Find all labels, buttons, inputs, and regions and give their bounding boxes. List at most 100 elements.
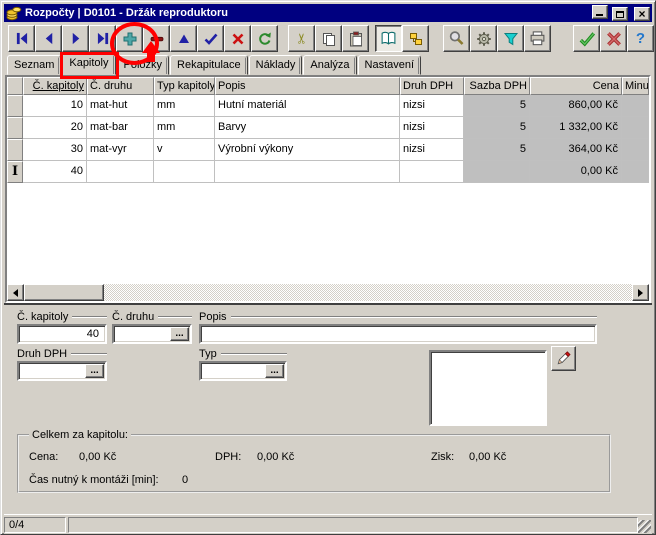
scroll-right-button[interactable] (632, 284, 649, 301)
grid-row-40[interactable]: I40 0,00 Kč (7, 161, 649, 183)
maximize-button[interactable] (612, 7, 628, 21)
tab-naklady[interactable]: Náklady (249, 55, 303, 75)
close-window-button[interactable]: × (634, 7, 650, 21)
grid-cell-popis[interactable]: Hutní materiál (215, 95, 400, 117)
scrollbar-thumb[interactable] (24, 284, 104, 301)
grid-cell-cena[interactable]: 860,00 Kč (530, 95, 622, 117)
row-indicator[interactable] (7, 139, 23, 161)
search-button[interactable] (443, 25, 470, 52)
column-header-druh_dph[interactable]: Druh DPH (400, 77, 464, 95)
grid-row-10[interactable]: 10mat-hutmmHutní materiálnizsi5860,00 Kč (7, 95, 649, 117)
grid-cell-sazba_dph[interactable]: 5 (464, 139, 530, 161)
grid-cell-popis[interactable]: Výrobní výkony (215, 139, 400, 161)
last-record-button[interactable] (89, 25, 116, 52)
cancel-edit-button[interactable] (224, 25, 251, 52)
grid-cell-typ[interactable]: v (154, 139, 215, 161)
horizontal-scrollbar[interactable] (7, 284, 649, 301)
column-header-minut[interactable]: Minut (622, 77, 649, 95)
typ-lookup-button[interactable]: ... (265, 364, 284, 378)
paste-button[interactable] (342, 25, 369, 52)
grid-cell-druh[interactable]: mat-vyr (87, 139, 154, 161)
delete-record-button[interactable] (143, 25, 170, 52)
scrollbar-track[interactable] (24, 284, 632, 301)
row-indicator[interactable] (7, 117, 23, 139)
window-controls: × (592, 5, 650, 22)
first-record-button[interactable] (8, 25, 35, 52)
typ-input[interactable]: ... (199, 361, 287, 381)
grid-cell-druh_dph[interactable]: nizsi (400, 117, 464, 139)
tab-analyza[interactable]: Analýza (303, 55, 356, 75)
grid-cell-cena[interactable]: 364,00 Kč (530, 139, 622, 161)
grid-cell-sazba_dph[interactable]: 5 (464, 117, 530, 139)
structure-button[interactable] (402, 25, 429, 52)
tab-kapitoly[interactable]: Kapitoly (62, 53, 115, 75)
row-indicator[interactable] (7, 95, 23, 117)
grid-cell-druh[interactable] (87, 161, 154, 183)
grid-cell-popis[interactable]: Barvy (215, 117, 400, 139)
grid-cell-druh[interactable]: mat-bar (87, 117, 154, 139)
grid-cell-sazba_dph[interactable]: 5 (464, 95, 530, 117)
grid-cell-druh_dph[interactable]: nizsi (400, 139, 464, 161)
column-header-sazba_dph[interactable]: Sazba DPH (464, 77, 530, 95)
grid-cell-popis[interactable] (215, 161, 400, 183)
row-indicator[interactable]: I (7, 161, 23, 183)
c-druhu-lookup-button[interactable]: ... (170, 327, 189, 341)
grid-cell-cena[interactable]: 0,00 Kč (530, 161, 622, 183)
druh-dph-input[interactable]: ... (17, 361, 107, 381)
column-header-cena[interactable]: Cena (530, 77, 622, 95)
grid-cell-druh_dph[interactable] (400, 161, 464, 183)
refresh-button[interactable] (251, 25, 278, 52)
column-header-popis[interactable]: Popis (215, 77, 400, 95)
c-druhu-input[interactable]: ... (112, 324, 192, 344)
popis-input[interactable] (199, 324, 597, 344)
c-kapitoly-input[interactable]: 40 (17, 324, 107, 344)
tab-seznam[interactable]: Seznam (7, 55, 61, 75)
grid-cell-minut[interactable] (622, 161, 649, 183)
column-header-druh[interactable]: Č. druhu (87, 77, 154, 95)
ok-button[interactable] (573, 25, 600, 52)
grid-cell-cena[interactable]: 1 332,00 Kč (530, 117, 622, 139)
grid-cell-typ[interactable] (154, 161, 215, 183)
druh-dph-lookup-button[interactable]: ... (85, 364, 104, 378)
grid-cell-typ[interactable]: mm (154, 95, 215, 117)
next-record-button[interactable] (62, 25, 89, 52)
grid-row-20[interactable]: 20mat-barmmBarvynizsi51 332,00 Kč (7, 117, 649, 139)
grid-cell-minut[interactable] (622, 117, 649, 139)
grid-cell-kapitoly[interactable]: 20 (23, 117, 87, 139)
minimize-button[interactable] (592, 5, 608, 19)
insert-record-button[interactable] (116, 25, 143, 52)
column-header-kapitoly[interactable]: Č. kapitoly (23, 77, 87, 95)
grid-cell-kapitoly[interactable]: 40 (23, 161, 87, 183)
title-bar[interactable]: Rozpočty | D0101 - Držák reproduktoru × (4, 4, 652, 22)
print-button[interactable] (524, 25, 551, 52)
cut-button[interactable]: ✂ (288, 25, 315, 52)
scroll-left-button[interactable] (7, 284, 24, 301)
prev-record-button[interactable] (35, 25, 62, 52)
tab-rekapitulace[interactable]: Rekapitulace (170, 55, 248, 75)
grid-cell-minut[interactable] (622, 95, 649, 117)
settings-button[interactable] (470, 25, 497, 52)
tab-polozky[interactable]: Položky (117, 55, 170, 75)
column-header-label: Cena (593, 80, 619, 92)
grid-cell-sazba_dph[interactable] (464, 161, 530, 183)
notes-listbox[interactable] (429, 350, 547, 426)
close-form-button[interactable] (600, 25, 627, 52)
edit-note-button[interactable] (551, 346, 576, 371)
tab-nastaveni[interactable]: Nastavení (358, 55, 422, 75)
resize-grip[interactable] (638, 520, 651, 533)
grid-cell-typ[interactable]: mm (154, 117, 215, 139)
edit-record-button[interactable] (170, 25, 197, 52)
copy-button[interactable] (315, 25, 342, 52)
browse-button[interactable] (375, 25, 402, 52)
grid-cell-kapitoly[interactable]: 10 (23, 95, 87, 117)
filter-button[interactable] (497, 25, 524, 52)
grid-cell-kapitoly[interactable]: 30 (23, 139, 87, 161)
selector-column-header[interactable] (7, 77, 23, 95)
grid-cell-minut[interactable] (622, 139, 649, 161)
help-button[interactable]: ? (627, 25, 654, 52)
post-record-button[interactable] (197, 25, 224, 52)
grid-row-30[interactable]: 30mat-vyrvVýrobní výkonynizsi5364,00 Kč (7, 139, 649, 161)
grid-cell-druh_dph[interactable]: nizsi (400, 95, 464, 117)
grid-cell-druh[interactable]: mat-hut (87, 95, 154, 117)
column-header-typ[interactable]: Typ kapitoly (154, 77, 215, 95)
